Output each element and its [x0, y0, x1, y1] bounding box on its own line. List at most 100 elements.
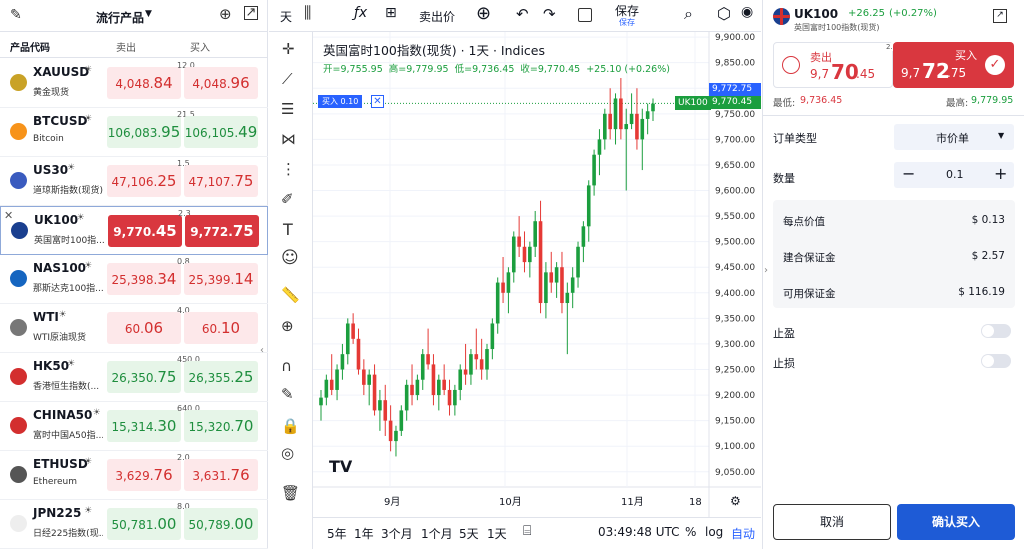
range-1m[interactable]: 1个月: [421, 525, 453, 542]
interval-button[interactable]: 天: [280, 8, 292, 25]
row-buy-price[interactable]: 60.10: [184, 312, 258, 344]
info-icon[interactable]: ☀: [93, 408, 101, 418]
watchlist-row[interactable]: WTI ☀ WTI原油现货 60.06 4.0 60.10: [0, 304, 268, 353]
fib-icon[interactable]: ☰: [281, 100, 294, 118]
row-buy-price[interactable]: 50,789.00: [184, 508, 258, 540]
info-icon[interactable]: ☀: [84, 457, 92, 467]
eye-icon[interactable]: ◎: [281, 444, 294, 462]
row-sell-price[interactable]: 60.06: [107, 312, 181, 344]
take-profit-toggle[interactable]: [981, 324, 1011, 338]
pattern-icon[interactable]: ⋈: [281, 130, 296, 148]
row-sell-price[interactable]: 3,629.76: [107, 459, 181, 491]
row-buy-price[interactable]: 4,048.96: [184, 67, 258, 99]
row-buy-price[interactable]: 9,772.75: [185, 215, 259, 247]
row-sell-price[interactable]: 15,314.30: [107, 410, 181, 442]
range-1d[interactable]: 1天: [487, 525, 507, 542]
row-sell-price[interactable]: 50,781.00: [107, 508, 181, 540]
close-position-icon[interactable]: ✕: [371, 95, 384, 108]
watchlist-row[interactable]: BTCUSD ☀ Bitcoin 106,083.95 21.5 106,105.49: [0, 108, 268, 157]
price-chart[interactable]: 9,900.009,850.009,800.009,750.009,700.00…: [313, 32, 761, 517]
watchlist-row[interactable]: HK50 ☀ 香港恒生指数(... 26,350.75 450.0 26,355.25: [0, 353, 268, 402]
row-sell-price[interactable]: 25,398.34: [107, 263, 181, 295]
info-icon[interactable]: ☀: [77, 213, 85, 223]
info-icon[interactable]: ☀: [84, 65, 92, 75]
watchlist-row[interactable]: ETHUSD ☀ Ethereum 3,629.76 2.0 3,631.76: [0, 451, 268, 500]
popout-icon[interactable]: ↗: [993, 9, 1007, 23]
redo-icon[interactable]: ↷: [543, 5, 556, 23]
row-sell-price[interactable]: 9,770.45: [108, 215, 182, 247]
candles-icon[interactable]: ⫼: [304, 3, 311, 23]
row-sell-price[interactable]: 47,106.25: [107, 165, 181, 197]
trash-icon[interactable]: 🗑: [281, 484, 300, 502]
close-icon[interactable]: ✕: [4, 209, 13, 222]
lock-icon[interactable]: 🔒: [281, 417, 300, 435]
range-3m[interactable]: 3个月: [381, 525, 413, 542]
info-icon[interactable]: ☀: [84, 506, 92, 516]
fullscreen-icon[interactable]: [578, 8, 592, 22]
brush-icon[interactable]: ✐: [281, 190, 294, 208]
range-5y[interactable]: 5年: [327, 525, 347, 542]
minus-icon[interactable]: −: [902, 164, 915, 183]
collapse-right-icon[interactable]: ›: [764, 265, 768, 276]
row-sell-price[interactable]: 4,048.84: [107, 67, 181, 99]
watchlist-row[interactable]: JPN225 ☀ 日经225指数(现... 50,781.00 8.0 50,789.00: [0, 500, 268, 549]
qty-stepper[interactable]: − 0.1 +: [894, 162, 1014, 188]
row-buy-price[interactable]: 47,107.75: [184, 165, 258, 197]
undo-icon[interactable]: ↶: [516, 5, 529, 23]
percent-toggle[interactable]: %: [685, 525, 696, 539]
watchlist-row[interactable]: XAUUSD ☀ 黄金现货 4,048.84 12.0 4,048.96: [0, 59, 268, 108]
range-1y[interactable]: 1年: [354, 525, 374, 542]
plus-icon[interactable]: +: [994, 164, 1007, 183]
settings-icon[interactable]: ⬡: [717, 4, 731, 23]
row-sell-price[interactable]: 26,350.75: [107, 361, 181, 393]
watchlist-row[interactable]: US30 ☀ 道琼斯指数(现货) 47,106.25 1.5 47,107.75: [0, 157, 268, 206]
sell-button[interactable]: 卖出 9,7 70 .45: [773, 42, 893, 88]
confirm-buy-button[interactable]: 确认买入: [897, 504, 1015, 540]
watchlist-row[interactable]: CHINA50 ☀ 富时中国A50指... 15,314.30 640.0 15,320.…: [0, 402, 268, 451]
info-icon[interactable]: ☀: [84, 114, 92, 124]
qty-value[interactable]: 0.1: [946, 168, 964, 181]
row-buy-price[interactable]: 26,355.25: [184, 361, 258, 393]
row-buy-price[interactable]: 25,399.14: [184, 263, 258, 295]
popout-icon[interactable]: ↗: [244, 6, 258, 20]
watchlist-row[interactable]: NAS100 ☀ 那斯达克100指... 25,398.34 0.8 25,399.14: [0, 255, 268, 304]
info-icon[interactable]: ☀: [67, 163, 75, 173]
add-circle-icon[interactable]: ⊕: [219, 5, 232, 23]
cancel-button[interactable]: 取消: [773, 504, 891, 540]
goto-settings-icon[interactable]: ⚙: [730, 494, 741, 508]
trendline-icon[interactable]: ⟋: [282, 70, 293, 88]
row-buy-price[interactable]: 15,320.70: [184, 410, 258, 442]
edit-icon[interactable]: ✎: [10, 7, 22, 23]
info-icon[interactable]: ☀: [84, 261, 92, 271]
watchlist-row[interactable]: UK100 ☀ 英国富时100指... 9,770.45 2.3 9,772.75 ✕: [0, 206, 268, 255]
info-icon[interactable]: ☀: [67, 359, 75, 369]
text-icon[interactable]: T: [283, 220, 293, 239]
zoom-icon[interactable]: ⊕: [281, 317, 294, 335]
order-type-select[interactable]: 市价单 ▼: [894, 124, 1014, 150]
lock-drawing-icon[interactable]: ✎: [281, 385, 294, 403]
magnet-icon[interactable]: ∩: [281, 357, 292, 375]
clock-readout[interactable]: 03:49:48 UTC: [598, 525, 680, 539]
crosshair-icon[interactable]: ✛: [282, 40, 295, 58]
watchlist-title[interactable]: 流行产品: [96, 9, 144, 26]
row-buy-price[interactable]: 3,631.76: [184, 459, 258, 491]
quick-search-icon[interactable]: ⌕: [684, 4, 693, 24]
auto-toggle[interactable]: 自动: [731, 525, 755, 542]
add-icon[interactable]: ⊕: [476, 3, 491, 24]
calendar-icon[interactable]: ⌸: [523, 523, 531, 539]
log-toggle[interactable]: log: [705, 525, 723, 539]
chevron-down-icon[interactable]: ▼: [145, 9, 152, 19]
row-sell-price[interactable]: 106,083.95: [107, 116, 181, 148]
row-buy-price[interactable]: 106,105.49: [184, 116, 258, 148]
buy-button[interactable]: 买入 9,7 72 .75 ✓: [893, 42, 1014, 88]
layouts-icon[interactable]: ⊞: [385, 5, 397, 21]
stop-loss-toggle[interactable]: [981, 354, 1011, 368]
emoji-icon[interactable]: ☺: [281, 248, 299, 268]
bid-ask-button[interactable]: 卖出价: [419, 8, 455, 25]
camera-icon[interactable]: ◉: [741, 4, 753, 20]
collapse-left-icon[interactable]: ‹: [260, 345, 264, 356]
ruler-icon[interactable]: 📏: [281, 286, 300, 304]
prediction-icon[interactable]: ⋮: [281, 160, 296, 178]
range-5d[interactable]: 5天: [459, 525, 479, 542]
buy-position-tag[interactable]: 买入 0.10: [318, 95, 363, 108]
